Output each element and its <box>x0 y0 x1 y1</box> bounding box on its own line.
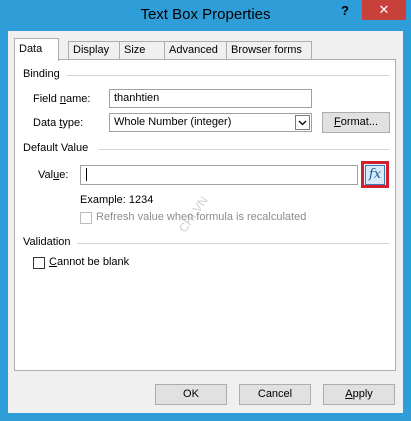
validation-divider <box>77 243 389 244</box>
tab-data[interactable]: Data <box>14 38 59 61</box>
data-type-label: Data type: <box>33 117 84 129</box>
binding-group-label: Binding <box>23 68 60 80</box>
title-bar[interactable]: Text Box Properties ? ✕ <box>0 0 411 31</box>
binding-divider <box>67 75 389 76</box>
refresh-checkbox[interactable] <box>80 212 92 224</box>
default-value-group-label: Default Value <box>23 142 89 154</box>
fx-formula-icon: fx <box>365 164 385 185</box>
chevron-down-icon[interactable] <box>295 115 310 130</box>
validation-group-label: Validation <box>23 236 71 248</box>
ok-button[interactable]: OK <box>155 384 227 405</box>
format-button[interactable]: Format... <box>322 112 390 133</box>
tab-browser-forms[interactable]: Browser forms <box>226 41 312 59</box>
cancel-button[interactable]: Cancel <box>239 384 311 405</box>
apply-button[interactable]: Apply <box>323 384 395 405</box>
cannot-be-blank-label: Cannot be blank <box>49 256 130 268</box>
default-value-divider <box>99 149 389 150</box>
field-name-label: Field name: <box>33 93 91 105</box>
tab-display[interactable]: Display <box>68 41 120 59</box>
text-caret <box>86 168 87 181</box>
field-name-input[interactable]: thanhtien <box>109 89 312 108</box>
tab-advanced[interactable]: Advanced <box>164 41 227 59</box>
value-input[interactable] <box>80 165 358 185</box>
close-icon: ✕ <box>378 2 390 17</box>
data-tab-panel: Binding Field name: thanhtien Data type:… <box>14 59 396 371</box>
data-type-value: Whole Number (integer) <box>114 116 232 128</box>
example-text: Example: 1234 <box>80 194 154 206</box>
fx-formula-button[interactable]: fx <box>361 161 389 188</box>
close-button[interactable]: ✕ <box>362 0 406 20</box>
cannot-be-blank-checkbox[interactable] <box>33 257 45 269</box>
data-type-select[interactable]: Whole Number (integer) <box>109 113 312 132</box>
help-button[interactable]: ? <box>332 0 358 20</box>
dialog-window: Text Box Properties ? ✕ Data Display Siz… <box>0 0 411 421</box>
tab-size[interactable]: Size <box>119 41 165 59</box>
dialog-body: Data Display Size Advanced Browser forms… <box>8 31 403 413</box>
value-label: Value: <box>38 169 69 181</box>
